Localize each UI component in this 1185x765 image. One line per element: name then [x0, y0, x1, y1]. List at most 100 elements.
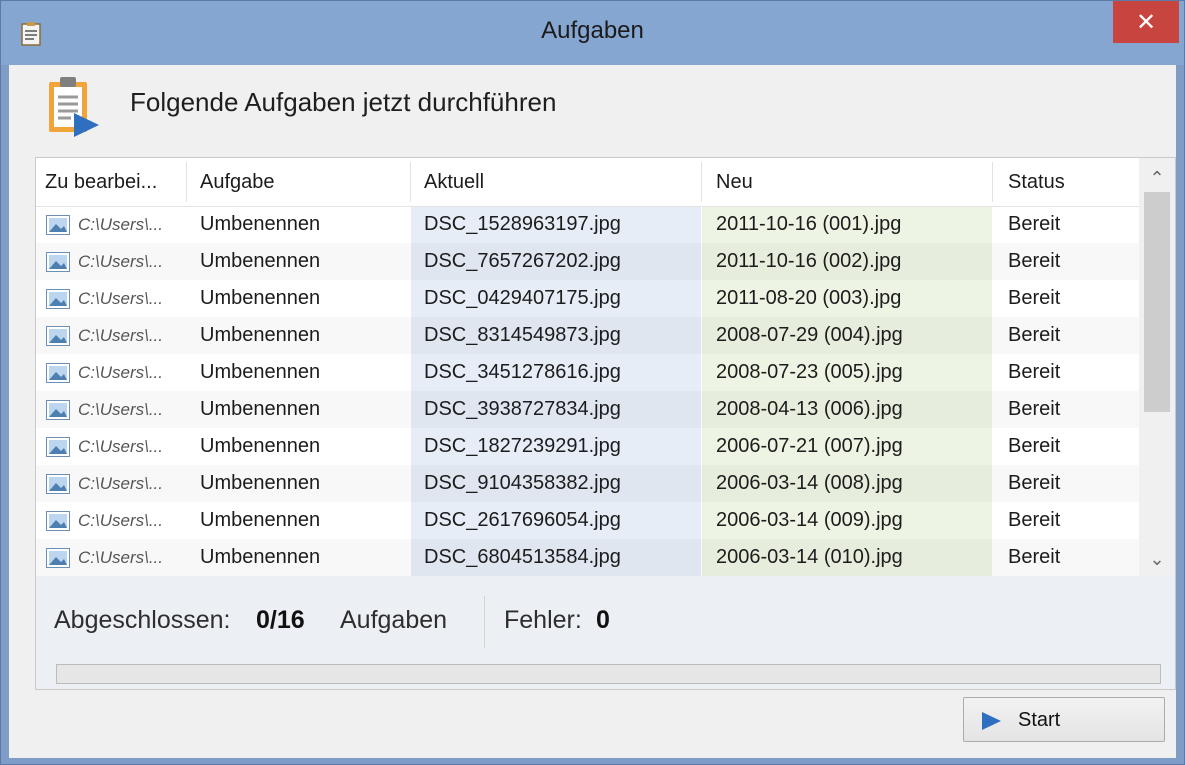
task-cell: Umbenennen	[200, 435, 321, 457]
new-name-cell: 2006-07-21 (007).jpg	[716, 435, 903, 457]
column-header-current[interactable]: Aktuell	[424, 171, 484, 194]
current-name-cell: DSC_8314549873.jpg	[424, 324, 621, 346]
title-bar[interactable]: Aufgaben ✕	[1, 1, 1184, 65]
column-divider[interactable]	[992, 162, 993, 202]
clipboard-play-icon	[49, 77, 99, 137]
errors-count: 0	[596, 606, 610, 634]
current-name-cell: DSC_9104358382.jpg	[424, 472, 621, 494]
new-name-cell: 2011-10-16 (002).jpg	[716, 250, 902, 272]
task-list[interactable]: Zu bearbei... Aufgabe Aktuell Neu Status…	[36, 158, 1139, 576]
table-row[interactable]: C:\Users\... Umbenennen DSC_3938727834.j…	[36, 391, 1139, 428]
status-cell: Bereit	[1008, 546, 1061, 568]
path-cell: C:\Users\...	[78, 363, 164, 382]
path-cell: C:\Users\...	[78, 326, 164, 345]
completed-label: Abgeschlossen:	[54, 606, 231, 634]
task-cell: Umbenennen	[200, 213, 321, 235]
new-name-cell: 2006-03-14 (009).jpg	[716, 509, 903, 531]
table-row[interactable]: C:\Users\... Umbenennen DSC_9104358382.j…	[36, 465, 1139, 502]
dialog-body: Folgende Aufgaben jetzt durchführen Zu b…	[9, 65, 1176, 758]
path-cell: C:\Users\...	[78, 548, 164, 567]
task-cell: Umbenennen	[200, 361, 321, 383]
start-button[interactable]: Start	[963, 697, 1165, 742]
new-name-cell: 2006-03-14 (008).jpg	[716, 472, 903, 494]
current-name-cell: DSC_2617696054.jpg	[424, 509, 621, 531]
new-name-cell: 2011-08-20 (003).jpg	[716, 287, 902, 309]
status-cell: Bereit	[1008, 361, 1061, 383]
path-cell: C:\Users\...	[78, 252, 164, 271]
new-name-cell: 2008-04-13 (006).jpg	[716, 398, 903, 420]
path-cell: C:\Users\...	[78, 400, 164, 419]
vertical-scrollbar[interactable]: ⌃ ⌄	[1139, 158, 1175, 576]
image-file-icon	[46, 511, 70, 531]
new-name-cell: 2006-03-14 (010).jpg	[716, 546, 903, 568]
new-name-cell: 2011-10-16 (001).jpg	[716, 213, 902, 235]
task-panel: Zu bearbei... Aufgabe Aktuell Neu Status…	[35, 157, 1176, 690]
path-cell: C:\Users\...	[78, 511, 164, 530]
scrollbar-thumb[interactable]	[1144, 192, 1170, 412]
close-button[interactable]: ✕	[1113, 1, 1179, 43]
new-name-cell: 2008-07-23 (005).jpg	[716, 361, 903, 383]
task-cell: Umbenennen	[200, 398, 321, 420]
table-row[interactable]: C:\Users\... Umbenennen DSC_8314549873.j…	[36, 317, 1139, 354]
current-name-cell: DSC_3451278616.jpg	[424, 361, 621, 383]
task-cell: Umbenennen	[200, 509, 321, 531]
table-row[interactable]: C:\Users\... Umbenennen DSC_1827239291.j…	[36, 428, 1139, 465]
task-dialog: Aufgaben ✕ Folgende Aufgaben jetzt durch…	[0, 0, 1185, 765]
tasks-label: Aufgaben	[340, 606, 448, 634]
task-cell: Umbenennen	[200, 546, 321, 568]
image-file-icon	[46, 437, 70, 457]
image-file-icon	[46, 363, 70, 383]
status-cell: Bereit	[1008, 324, 1061, 346]
dialog-heading: Folgende Aufgaben jetzt durchführen	[130, 87, 557, 117]
table-row[interactable]: C:\Users\... Umbenennen DSC_1528963197.j…	[36, 206, 1139, 243]
image-file-icon	[46, 400, 70, 420]
table-row[interactable]: C:\Users\... Umbenennen DSC_0429407175.j…	[36, 280, 1139, 317]
current-name-cell: DSC_1827239291.jpg	[424, 435, 621, 457]
table-row[interactable]: C:\Users\... Umbenennen DSC_3451278616.j…	[36, 354, 1139, 391]
current-name-cell: DSC_7657267202.jpg	[424, 250, 621, 272]
status-cell: Bereit	[1008, 435, 1061, 457]
table-header: Zu bearbei... Aufgabe Aktuell Neu Status	[36, 158, 1139, 207]
path-cell: C:\Users\...	[78, 474, 164, 493]
window-title: Aufgaben	[541, 17, 644, 44]
current-name-cell: DSC_6804513584.jpg	[424, 546, 621, 568]
task-cell: Umbenennen	[200, 472, 321, 494]
table-row[interactable]: C:\Users\... Umbenennen DSC_2617696054.j…	[36, 502, 1139, 539]
errors-label: Fehler:	[504, 606, 582, 634]
column-header-path[interactable]: Zu bearbei...	[45, 171, 157, 194]
start-button-label: Start	[1018, 709, 1061, 731]
scroll-down-arrow-icon[interactable]: ⌄	[1139, 544, 1175, 574]
image-file-icon	[46, 474, 70, 494]
new-name-cell: 2008-07-29 (004).jpg	[716, 324, 903, 346]
status-cell: Bereit	[1008, 250, 1061, 272]
column-divider[interactable]	[701, 162, 702, 202]
scroll-up-arrow-icon[interactable]: ⌃	[1139, 163, 1175, 193]
image-file-icon	[46, 326, 70, 346]
image-file-icon	[46, 548, 70, 568]
path-cell: C:\Users\...	[78, 215, 164, 234]
current-name-cell: DSC_1528963197.jpg	[424, 213, 621, 235]
column-divider[interactable]	[410, 162, 411, 202]
column-header-status[interactable]: Status	[1008, 171, 1065, 194]
status-cell: Bereit	[1008, 472, 1061, 494]
summary-bar: Abgeschlossen: 0/16 Aufgaben Fehler: 0	[36, 576, 1175, 689]
summary-divider	[484, 596, 485, 648]
image-file-icon	[46, 252, 70, 272]
status-cell: Bereit	[1008, 509, 1061, 531]
play-icon	[982, 712, 1001, 730]
column-header-task[interactable]: Aufgabe	[200, 171, 275, 194]
current-name-cell: DSC_0429407175.jpg	[424, 287, 621, 309]
image-file-icon	[46, 289, 70, 309]
column-header-new[interactable]: Neu	[716, 171, 753, 194]
path-cell: C:\Users\...	[78, 437, 164, 456]
path-cell: C:\Users\...	[78, 289, 164, 308]
task-cell: Umbenennen	[200, 324, 321, 346]
image-file-icon	[46, 215, 70, 235]
status-cell: Bereit	[1008, 213, 1061, 235]
column-divider[interactable]	[186, 162, 187, 202]
current-name-cell: DSC_3938727834.jpg	[424, 398, 621, 420]
table-row[interactable]: C:\Users\... Umbenennen DSC_6804513584.j…	[36, 539, 1139, 576]
table-row[interactable]: C:\Users\... Umbenennen DSC_7657267202.j…	[36, 243, 1139, 280]
status-cell: Bereit	[1008, 398, 1061, 420]
status-cell: Bereit	[1008, 287, 1061, 309]
